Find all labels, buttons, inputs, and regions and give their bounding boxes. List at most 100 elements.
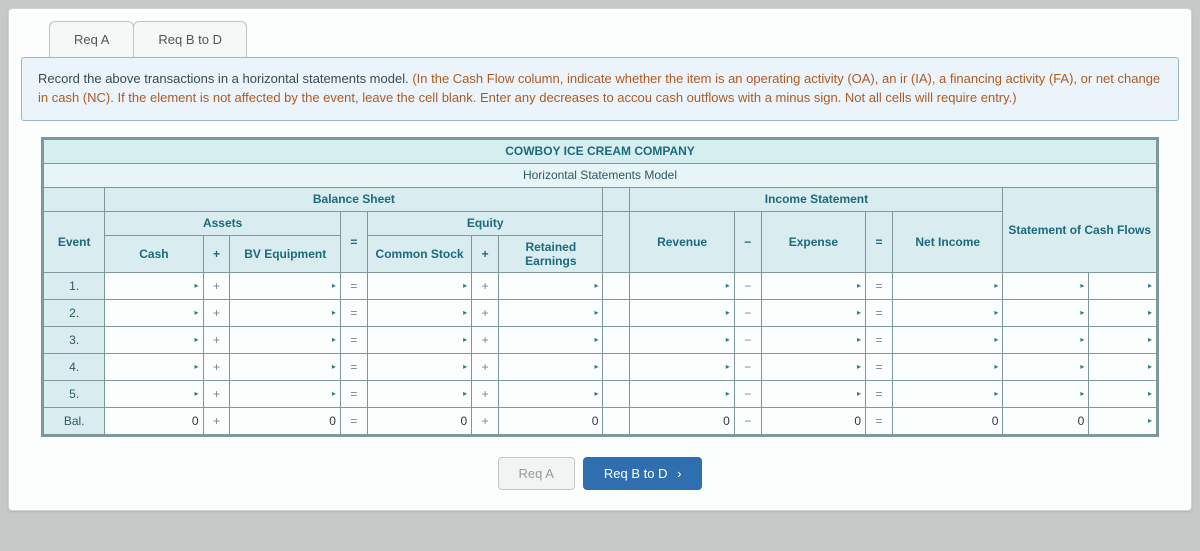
dropdown-icon[interactable]: ▸ — [330, 281, 336, 290]
cash-flows-header: Statement of Cash Flows — [1003, 187, 1157, 272]
dropdown-icon[interactable]: ▸ — [992, 362, 998, 371]
revenue-input[interactable] — [634, 385, 723, 403]
dropdown-icon[interactable]: ▸ — [192, 389, 198, 398]
dropdown-icon[interactable]: ▸ — [330, 335, 336, 344]
dropdown-icon[interactable]: ▸ — [992, 335, 998, 344]
cash-input[interactable] — [109, 277, 192, 295]
expense-input[interactable] — [766, 385, 855, 403]
netincome-input[interactable] — [897, 385, 992, 403]
revenue-input[interactable] — [634, 358, 723, 376]
dropdown-icon[interactable]: ▸ — [1078, 308, 1084, 317]
expense-input[interactable] — [766, 331, 855, 349]
dropdown-icon[interactable]: ▸ — [855, 281, 861, 290]
cf-amount-input[interactable] — [1007, 304, 1078, 322]
netincome-input[interactable] — [897, 304, 992, 322]
dropdown-icon[interactable]: ▸ — [992, 281, 998, 290]
netincome-input[interactable] — [897, 331, 992, 349]
dropdown-icon[interactable]: ▸ — [461, 281, 467, 290]
expense-input[interactable] — [766, 277, 855, 295]
dropdown-icon[interactable]: ▸ — [192, 362, 198, 371]
dropdown-icon[interactable]: ▸ — [1146, 281, 1152, 290]
prev-button[interactable]: Req A — [498, 457, 575, 490]
dropdown-icon[interactable]: ▸ — [461, 389, 467, 398]
cf-type-input[interactable] — [1093, 304, 1146, 322]
cf-type-input[interactable] — [1093, 277, 1146, 295]
dropdown-icon[interactable]: ▸ — [1146, 389, 1152, 398]
dropdown-icon[interactable]: ▸ — [724, 308, 730, 317]
common-input[interactable] — [372, 304, 461, 322]
dropdown-icon[interactable]: ▸ — [724, 389, 730, 398]
cf-amount-input[interactable] — [1007, 358, 1078, 376]
dropdown-icon[interactable]: ▸ — [592, 362, 598, 371]
dropdown-icon[interactable]: ▸ — [1078, 281, 1084, 290]
cf-amount-input[interactable] — [1007, 385, 1078, 403]
cf-type-input[interactable] — [1093, 331, 1146, 349]
cf-type-input[interactable] — [1093, 385, 1146, 403]
revenue-input[interactable] — [634, 331, 723, 349]
bv-input[interactable] — [234, 304, 329, 322]
retained-input[interactable] — [503, 277, 592, 295]
cf-amount-input[interactable] — [1007, 331, 1078, 349]
retained-input[interactable] — [503, 304, 592, 322]
dropdown-icon[interactable]: ▸ — [1146, 416, 1152, 425]
dropdown-icon[interactable]: ▸ — [1146, 335, 1152, 344]
next-button[interactable]: Req B to D › — [583, 457, 703, 490]
row-label: 3. — [44, 326, 105, 353]
bv-input[interactable] — [234, 277, 329, 295]
dropdown-icon[interactable]: ▸ — [192, 335, 198, 344]
common-input[interactable] — [372, 331, 461, 349]
dropdown-icon[interactable]: ▸ — [855, 335, 861, 344]
dropdown-icon[interactable]: ▸ — [724, 362, 730, 371]
dropdown-icon[interactable]: ▸ — [1146, 308, 1152, 317]
expense-input[interactable] — [766, 358, 855, 376]
netincome-input[interactable] — [897, 277, 992, 295]
common-input[interactable] — [372, 358, 461, 376]
dropdown-icon[interactable]: ▸ — [192, 308, 198, 317]
expense-input[interactable] — [766, 304, 855, 322]
retained-input[interactable] — [503, 358, 592, 376]
dropdown-icon[interactable]: ▸ — [461, 362, 467, 371]
retained-input[interactable] — [503, 385, 592, 403]
dropdown-icon[interactable]: ▸ — [192, 281, 198, 290]
dropdown-icon[interactable]: ▸ — [855, 308, 861, 317]
retained-input[interactable] — [503, 331, 592, 349]
dropdown-icon[interactable]: ▸ — [461, 308, 467, 317]
bv-input[interactable] — [234, 358, 329, 376]
cf-amount-input[interactable] — [1007, 277, 1078, 295]
cf-type-input[interactable] — [1093, 358, 1146, 376]
netincome-input[interactable] — [897, 358, 992, 376]
dropdown-icon[interactable]: ▸ — [330, 362, 336, 371]
tab-req-a[interactable]: Req A — [49, 21, 134, 57]
dropdown-icon[interactable]: ▸ — [1078, 335, 1084, 344]
dropdown-icon[interactable]: ▸ — [461, 335, 467, 344]
bv-input[interactable] — [234, 385, 329, 403]
dropdown-icon[interactable]: ▸ — [1078, 389, 1084, 398]
dropdown-icon[interactable]: ▸ — [1078, 362, 1084, 371]
revenue-input[interactable] — [634, 304, 723, 322]
tab-req-b-to-d[interactable]: Req B to D — [133, 21, 247, 57]
cf-type-input[interactable] — [1093, 412, 1146, 430]
row-label: 5. — [44, 380, 105, 407]
minus-sign: − — [734, 272, 761, 299]
revenue-input[interactable] — [634, 277, 723, 295]
dropdown-icon[interactable]: ▸ — [992, 308, 998, 317]
dropdown-icon[interactable]: ▸ — [592, 281, 598, 290]
dropdown-icon[interactable]: ▸ — [855, 362, 861, 371]
cash-input[interactable] — [109, 331, 192, 349]
common-input[interactable] — [372, 385, 461, 403]
dropdown-icon[interactable]: ▸ — [724, 335, 730, 344]
cash-input[interactable] — [109, 385, 192, 403]
bv-input[interactable] — [234, 331, 329, 349]
cash-input[interactable] — [109, 358, 192, 376]
dropdown-icon[interactable]: ▸ — [1146, 362, 1152, 371]
dropdown-icon[interactable]: ▸ — [330, 389, 336, 398]
dropdown-icon[interactable]: ▸ — [592, 389, 598, 398]
dropdown-icon[interactable]: ▸ — [724, 281, 730, 290]
dropdown-icon[interactable]: ▸ — [992, 389, 998, 398]
common-input[interactable] — [372, 277, 461, 295]
dropdown-icon[interactable]: ▸ — [330, 308, 336, 317]
cash-input[interactable] — [109, 304, 192, 322]
dropdown-icon[interactable]: ▸ — [855, 389, 861, 398]
dropdown-icon[interactable]: ▸ — [592, 335, 598, 344]
dropdown-icon[interactable]: ▸ — [592, 308, 598, 317]
